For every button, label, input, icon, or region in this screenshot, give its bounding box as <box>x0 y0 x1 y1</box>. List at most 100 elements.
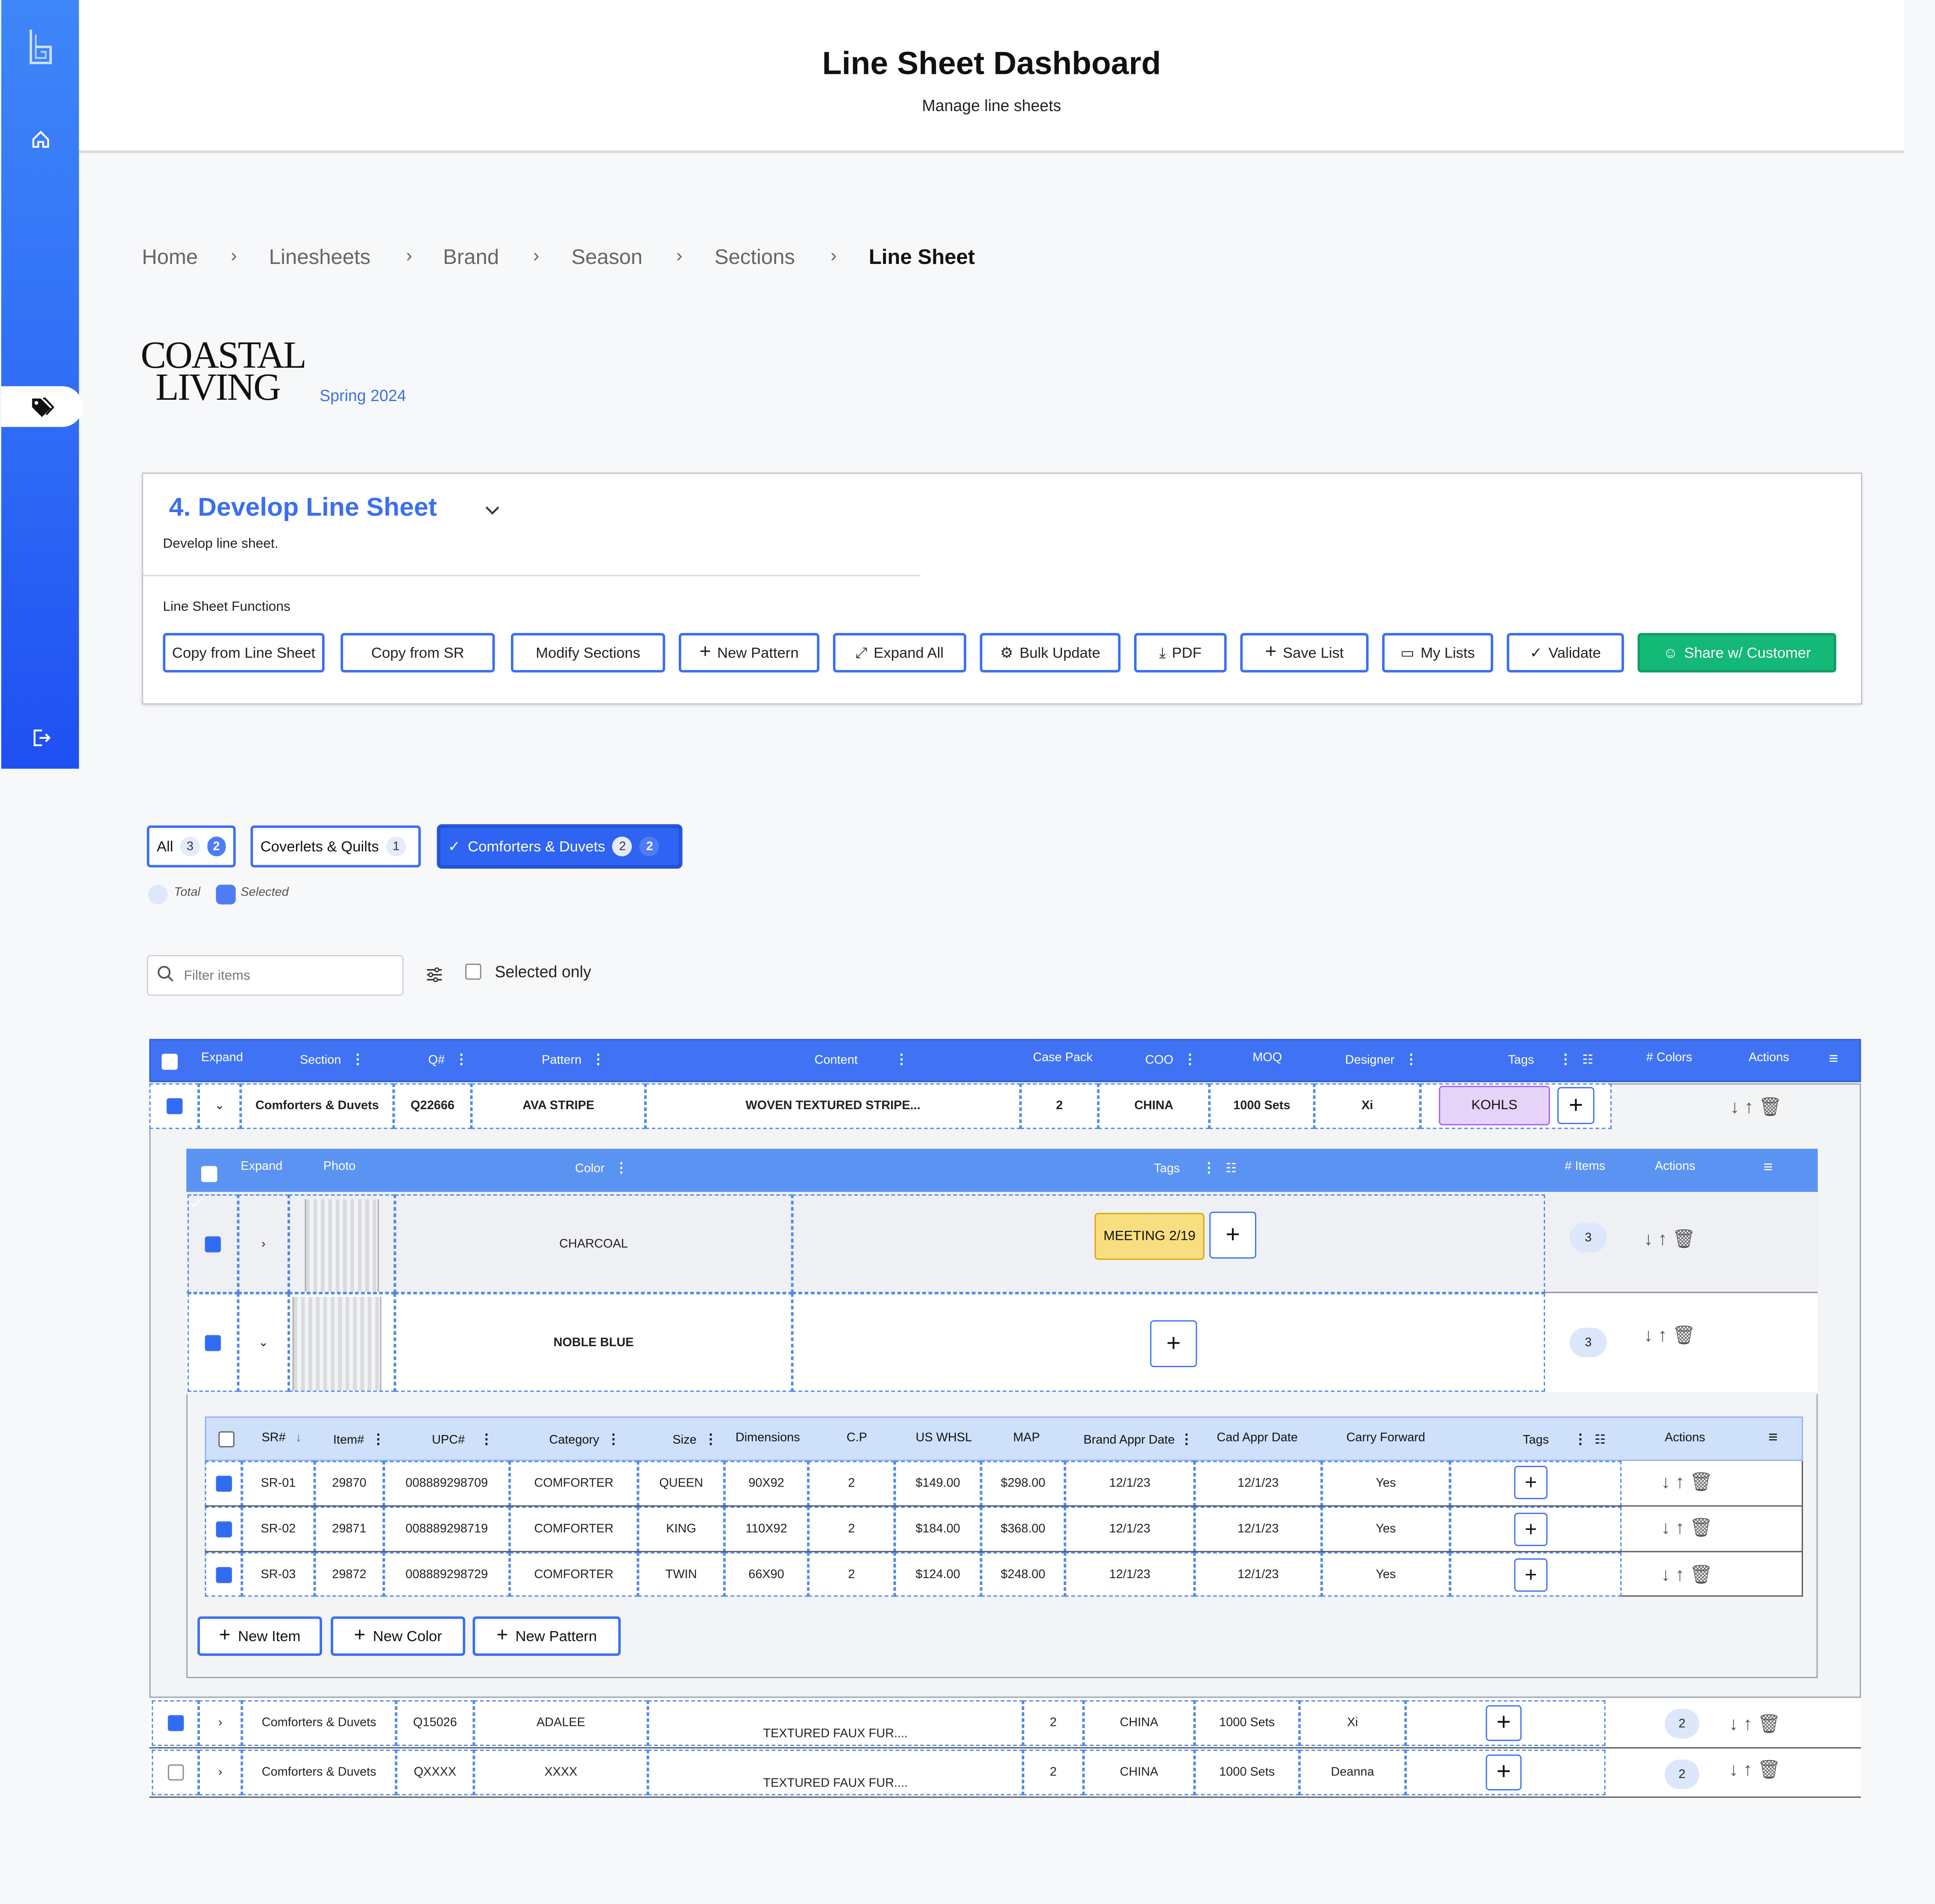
new-color-button[interactable]: + New Color <box>331 1616 466 1656</box>
move-up-icon[interactable]: ↑ <box>1658 1324 1667 1345</box>
row-checkbox[interactable] <box>215 1521 232 1538</box>
col-tags[interactable]: Tags ⋮ ☷ <box>1508 1051 1593 1067</box>
col-item[interactable]: Item# ⋮ <box>333 1431 385 1447</box>
filter-sliders-icon[interactable]: ☷ <box>1582 1054 1593 1067</box>
chevron-right-icon[interactable]: › <box>199 1749 242 1796</box>
select-all-checkbox[interactable] <box>161 1054 178 1070</box>
column-menu-icon[interactable]: ⋮ <box>895 1051 909 1067</box>
add-tag-button[interactable]: + <box>1209 1211 1257 1259</box>
trash-icon[interactable]: 🗑 <box>1672 1228 1696 1250</box>
col-tags[interactable]: Tags ⋮ ☷ <box>1523 1431 1606 1447</box>
trash-icon[interactable]: 🗑 <box>1672 1324 1696 1346</box>
move-up-icon[interactable]: ↑ <box>1744 1096 1754 1117</box>
row-checkbox[interactable] <box>205 1334 221 1351</box>
copy-from-line-sheet-button[interactable]: Copy from Line Sheet <box>163 633 325 673</box>
chevron-down-icon[interactable] <box>485 501 500 523</box>
row-checkbox[interactable] <box>215 1566 232 1583</box>
col-tags[interactable]: Tags ⋮ ☷ <box>1154 1160 1237 1176</box>
add-tag-button[interactable]: + <box>1486 1755 1522 1790</box>
product-photo[interactable] <box>305 1199 379 1292</box>
breadcrumb-home[interactable]: Home <box>142 246 198 270</box>
column-menu-icon[interactable]: ⋮ <box>454 1051 468 1067</box>
column-menu-icon[interactable]: ⋮ <box>592 1051 605 1067</box>
tag-badge[interactable]: MEETING 2/19 <box>1094 1213 1205 1260</box>
modify-sections-button[interactable]: Modify Sections <box>511 633 666 673</box>
home-icon[interactable] <box>1 129 79 149</box>
move-down-icon[interactable]: ↓ <box>1729 1759 1738 1780</box>
trash-icon[interactable]: 🗑 <box>1759 1096 1782 1118</box>
pdf-button[interactable]: ⤓ PDF <box>1134 633 1227 673</box>
menu-icon[interactable]: ≡ <box>1763 1157 1773 1176</box>
add-tag-button[interactable]: + <box>1486 1705 1522 1741</box>
my-lists-button[interactable]: ▭ My Lists <box>1382 633 1493 673</box>
add-tag-button[interactable]: + <box>1514 1466 1548 1500</box>
menu-icon[interactable]: ≡ <box>1829 1049 1838 1067</box>
app-logo-icon[interactable] <box>1 27 79 67</box>
selected-only-checkbox[interactable] <box>465 964 481 980</box>
col-designer[interactable]: Designer ⋮ <box>1345 1051 1418 1067</box>
move-up-icon[interactable]: ↑ <box>1675 1471 1685 1492</box>
product-photo[interactable] <box>292 1297 381 1391</box>
move-up-icon[interactable]: ↑ <box>1658 1228 1667 1249</box>
column-menu-icon[interactable]: ⋮ <box>704 1431 718 1447</box>
trash-icon[interactable]: 🗑 <box>1757 1713 1781 1735</box>
chevron-down-icon[interactable]: ⌄ <box>238 1293 289 1392</box>
move-down-icon[interactable]: ↓ <box>1644 1324 1653 1345</box>
select-all-colors-checkbox[interactable] <box>201 1166 217 1182</box>
filter-sliders-icon[interactable]: ☷ <box>1595 1434 1606 1447</box>
column-menu-icon[interactable]: ⋮ <box>1180 1431 1193 1447</box>
expand-all-button[interactable]: ⤢ Expand All <box>833 633 967 673</box>
col-size[interactable]: Size ⋮ <box>673 1431 718 1447</box>
sliders-icon[interactable] <box>426 966 443 988</box>
col-upc[interactable]: UPC# ⋮ <box>432 1431 493 1447</box>
column-menu-icon[interactable]: ⋮ <box>351 1051 365 1067</box>
filter-sliders-icon[interactable]: ☷ <box>1226 1162 1237 1176</box>
section-chip-comforters-duvets[interactable]: ✓ Comforters & Duvets 2 2 <box>437 824 683 869</box>
chevron-right-icon[interactable]: › <box>199 1700 242 1746</box>
breadcrumb-brand[interactable]: Brand <box>443 246 499 270</box>
trash-icon[interactable]: 🗑 <box>1757 1758 1781 1781</box>
col-section[interactable]: Section ⋮ <box>300 1051 364 1067</box>
row-checkbox[interactable] <box>205 1236 221 1252</box>
row-checkbox[interactable] <box>215 1476 232 1492</box>
breadcrumb-sections[interactable]: Sections <box>715 246 795 270</box>
col-coo[interactable]: COO ⋮ <box>1145 1051 1197 1067</box>
column-menu-icon[interactable]: ⋮ <box>372 1431 385 1447</box>
bulk-update-button[interactable]: ⚙ Bulk Update <box>979 633 1121 673</box>
column-menu-icon[interactable]: ⋮ <box>480 1431 493 1447</box>
col-q[interactable]: Q# ⋮ <box>428 1051 468 1067</box>
col-content[interactable]: Content ⋮ <box>815 1051 909 1067</box>
col-color[interactable]: Color ⋮ <box>575 1160 628 1176</box>
row-checkbox[interactable] <box>167 1715 184 1731</box>
col-brand-appr-date[interactable]: Brand Appr Date ⋮ <box>1084 1431 1193 1447</box>
move-down-icon[interactable]: ↓ <box>1730 1096 1739 1117</box>
trash-icon[interactable]: 🗑 <box>1689 1563 1713 1585</box>
chevron-down-icon[interactable]: ⌄ <box>199 1083 241 1129</box>
column-menu-icon[interactable]: ⋮ <box>614 1160 628 1176</box>
section-chip-coverlets-quilts[interactable]: Coverlets & Quilts 1 <box>250 825 421 867</box>
breadcrumb-linesheets[interactable]: Linesheets <box>269 246 371 270</box>
column-menu-icon[interactable]: ⋮ <box>607 1431 620 1447</box>
chevron-right-icon[interactable]: › <box>238 1194 289 1293</box>
add-tag-button[interactable]: + <box>1514 1558 1548 1592</box>
tag-badge[interactable]: KOHLS <box>1439 1086 1550 1125</box>
logout-icon[interactable] <box>1 728 79 748</box>
copy-from-sr-button[interactable]: Copy from SR <box>340 633 495 673</box>
move-up-icon[interactable]: ↑ <box>1675 1564 1685 1585</box>
save-list-button[interactable]: + Save List <box>1240 633 1369 673</box>
move-up-icon[interactable]: ↑ <box>1743 1759 1753 1780</box>
move-down-icon[interactable]: ↓ <box>1661 1517 1671 1538</box>
new-pattern-button[interactable]: + New Pattern <box>678 633 820 673</box>
move-down-icon[interactable]: ↓ <box>1661 1564 1671 1585</box>
share-with-customer-button[interactable]: ☺ Share w/ Customer <box>1637 633 1836 673</box>
breadcrumb-season[interactable]: Season <box>572 246 643 270</box>
menu-icon[interactable]: ≡ <box>1768 1428 1778 1446</box>
new-pattern-sub-button[interactable]: + New Pattern <box>472 1616 621 1656</box>
trash-icon[interactable]: 🗑 <box>1689 1517 1713 1538</box>
trash-icon[interactable]: 🗑 <box>1689 1471 1713 1493</box>
sort-down-icon[interactable]: ↓ <box>296 1431 302 1445</box>
move-down-icon[interactable]: ↓ <box>1661 1471 1671 1492</box>
col-sr[interactable]: SR# ↓ <box>261 1431 302 1445</box>
col-category[interactable]: Category ⋮ <box>549 1431 620 1447</box>
row-checkbox[interactable] <box>166 1098 182 1114</box>
